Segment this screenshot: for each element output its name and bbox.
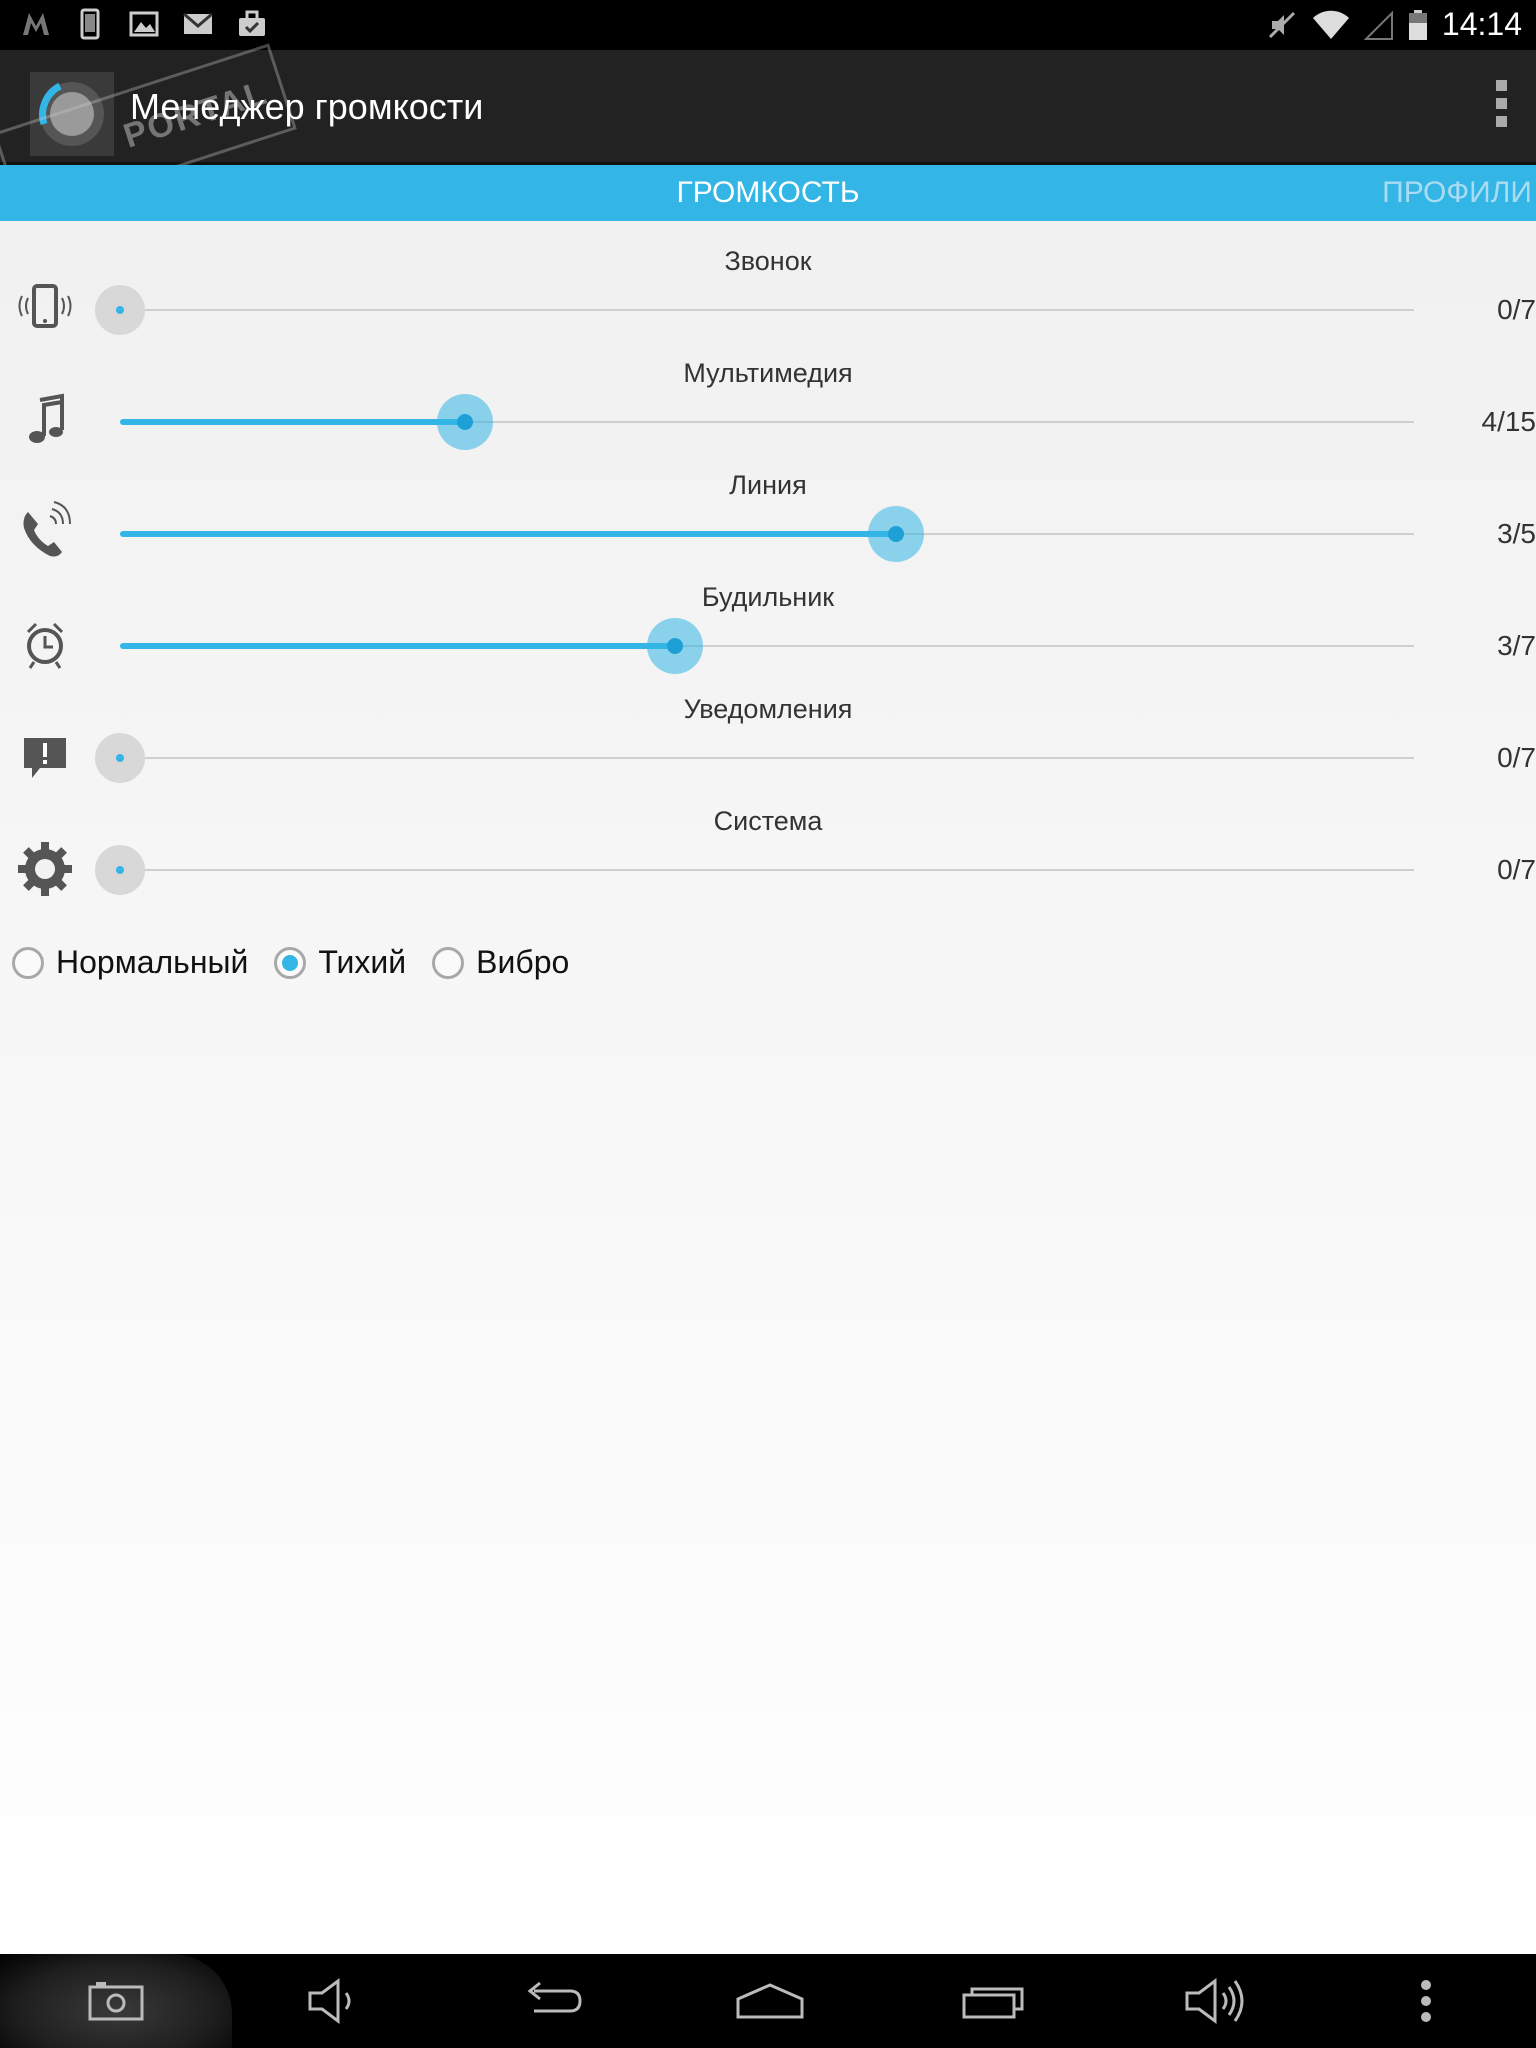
volume-down-button[interactable] [274,1954,394,2048]
volume-fill [120,643,675,649]
briefcase-icon [239,10,265,36]
volume-label: Уведомления [683,694,853,724]
screenshot-button[interactable] [56,1954,176,2048]
signal-icon [1363,10,1393,40]
radio-label-normal[interactable]: Нормальный [56,944,248,981]
radio-vibrate[interactable] [432,946,465,979]
volume-label: Линия [729,470,807,500]
volume-value: 3/5 [1497,518,1536,549]
volume-fill [120,419,466,425]
volume-label: Будильник [701,582,835,612]
volume-slider-thumb[interactable] [95,733,145,783]
menu-button[interactable] [1366,1954,1486,2048]
volume-slider-thumb[interactable] [95,845,145,895]
alarm-clock-icon [26,622,64,669]
vibrating-phone-icon [18,284,72,328]
tab-bar: ГРОМКОСТЬ ПРОФИЛИ [0,165,1536,221]
clock: 14:14 [1441,6,1522,42]
battery-icon [1408,9,1427,40]
screenshot-icon [88,1982,144,2021]
back-icon [527,1981,582,2013]
back-button[interactable] [492,1954,612,2048]
volume-value: 0/7 [1497,854,1536,885]
home-icon [736,1983,804,2019]
notification-icon [24,738,66,778]
volume-value: 0/7 [1497,742,1536,773]
volume-value: 0/7 [1497,294,1536,325]
phone-call-icon [23,501,71,557]
volume-track [120,757,1414,759]
volume-track [120,869,1414,871]
volume-label: Звонок [724,246,812,276]
volume-label: Мультимедия [683,358,853,388]
recent-apps-button[interactable] [934,1954,1054,2048]
volume-label: Система [713,806,823,836]
tab-profiles[interactable]: ПРОФИЛИ [1382,165,1532,221]
volume-slider-thumb[interactable] [868,506,925,562]
wifi-icon [1312,10,1349,39]
home-button[interactable] [710,1954,830,2048]
mute-icon [1268,11,1295,38]
gear-icon [18,842,72,896]
image-icon [129,11,159,37]
volume-value: 4/15 [1481,406,1536,437]
volume-slider-thumb[interactable] [646,618,703,674]
navigation-bar [0,1954,1536,2048]
phone-icon [80,8,100,40]
radio-silent[interactable] [274,946,307,979]
status-bar: 14:14 [0,0,1536,50]
radio-label-silent[interactable]: Тихий [318,944,406,981]
page-title: Менеджер громкости [130,86,484,127]
volume-up-icon [1185,1978,1244,2024]
volume-value: 3/7 [1497,630,1536,661]
volume-down-icon [308,1978,351,2024]
music-note-icon [29,393,64,443]
recent-apps-icon [962,1987,1024,2019]
volume-fill [120,531,897,537]
notif-m-icon [23,13,49,35]
radio-label-vibrate[interactable]: Вибро [476,944,569,981]
volume-up-button[interactable] [1156,1954,1276,2048]
tab-volume[interactable]: ГРОМКОСТЬ [0,165,1536,221]
ringer-mode-group: Нормальный Тихий Вибро [12,944,583,981]
menu-icon [1421,1980,1431,2022]
radio-normal[interactable] [12,946,44,979]
overflow-menu-icon[interactable] [1492,80,1510,140]
gmail-icon [183,12,213,34]
action-bar: PORTAL Менеджер громкости [0,43,1536,219]
volume-track [120,309,1414,311]
volume-slider-thumb[interactable] [95,285,145,335]
volume-slider-thumb[interactable] [437,394,494,450]
